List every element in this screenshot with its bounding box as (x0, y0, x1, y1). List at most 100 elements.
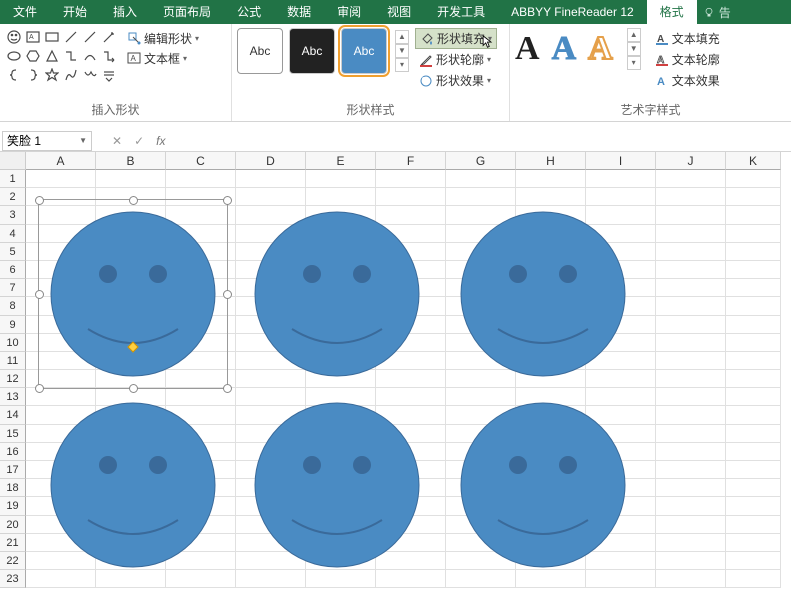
shape-rbrace-icon[interactable] (24, 66, 42, 84)
shape-free2-icon[interactable] (81, 66, 99, 84)
select-all-corner[interactable] (0, 152, 26, 170)
confirm-formula-button[interactable]: ✓ (134, 134, 144, 148)
smiley-shape-2[interactable] (252, 209, 422, 379)
cell[interactable] (726, 316, 781, 334)
cell[interactable] (656, 443, 726, 461)
tab-formulas[interactable]: 公式 (224, 0, 274, 24)
col-header-F[interactable]: F (376, 152, 446, 170)
text-effects-button[interactable]: A 文本效果 (651, 70, 724, 91)
tab-abbyy[interactable]: ABBYY FineReader 12 (498, 0, 647, 24)
cell[interactable] (656, 461, 726, 479)
style-thumb-3[interactable]: Abc (341, 28, 387, 74)
tab-home[interactable]: 开始 (50, 0, 100, 24)
cell[interactable] (656, 188, 726, 206)
resize-handle[interactable] (35, 290, 44, 299)
cell[interactable] (726, 516, 781, 534)
cell[interactable] (726, 370, 781, 388)
row-header-21[interactable]: 21 (0, 534, 26, 552)
cell[interactable] (516, 170, 586, 188)
shape-elbow-icon[interactable] (62, 47, 80, 65)
row-header-1[interactable]: 1 (0, 170, 26, 188)
resize-handle[interactable] (223, 196, 232, 205)
cell[interactable] (376, 188, 446, 206)
col-header-B[interactable]: B (96, 152, 166, 170)
cell[interactable] (726, 261, 781, 279)
text-box-button[interactable]: A 文本框 ▾ (124, 48, 202, 68)
cancel-formula-button[interactable]: ✕ (112, 134, 122, 148)
col-header-A[interactable]: A (26, 152, 96, 170)
cell[interactable] (306, 570, 376, 588)
cell[interactable] (446, 170, 516, 188)
cell[interactable] (656, 370, 726, 388)
cell[interactable] (656, 316, 726, 334)
row-header-12[interactable]: 12 (0, 370, 26, 388)
row-headers[interactable]: 1234567891011121314151617181920212223 (0, 170, 26, 588)
cell[interactable] (656, 279, 726, 297)
wordart-up-button[interactable]: ▲ (627, 28, 641, 42)
cell[interactable] (516, 188, 586, 206)
col-header-D[interactable]: D (236, 152, 306, 170)
style-thumb-1[interactable]: Abc (237, 28, 283, 74)
cell[interactable] (726, 461, 781, 479)
col-header-I[interactable]: I (586, 152, 656, 170)
cell[interactable] (726, 570, 781, 588)
tab-data[interactable]: 数据 (274, 0, 324, 24)
col-header-C[interactable]: C (166, 152, 236, 170)
wordart-gallery-spin[interactable]: ▲ ▼ ▾ (627, 28, 641, 70)
selection-box[interactable] (38, 199, 228, 389)
row-header-8[interactable]: 8 (0, 297, 26, 315)
row-header-22[interactable]: 22 (0, 552, 26, 570)
style-gallery-spin[interactable]: ▲ ▼ ▾ (395, 30, 409, 72)
cell[interactable] (726, 170, 781, 188)
cell[interactable] (656, 388, 726, 406)
adjust-handle[interactable] (127, 341, 138, 352)
cell[interactable] (306, 188, 376, 206)
cell[interactable] (726, 552, 781, 570)
cell[interactable] (726, 243, 781, 261)
cell[interactable] (726, 443, 781, 461)
cell[interactable] (726, 425, 781, 443)
wordart-more-button[interactable]: ▾ (627, 56, 641, 70)
shape-tri-icon[interactable] (43, 47, 61, 65)
tab-view[interactable]: 视图 (374, 0, 424, 24)
row-header-2[interactable]: 2 (0, 188, 26, 206)
cell[interactable] (656, 552, 726, 570)
shape-rect-icon[interactable] (43, 28, 61, 46)
cell[interactable] (726, 479, 781, 497)
shape-arrow-icon[interactable] (100, 28, 118, 46)
col-header-E[interactable]: E (306, 152, 376, 170)
row-header-7[interactable]: 7 (0, 279, 26, 297)
wordart-thumb-2[interactable]: A (552, 30, 577, 68)
cell[interactable] (236, 170, 306, 188)
cell[interactable] (236, 570, 306, 588)
row-header-3[interactable]: 3 (0, 206, 26, 224)
text-outline-button[interactable]: A 文本轮廓 (651, 49, 724, 70)
resize-handle[interactable] (35, 196, 44, 205)
column-headers[interactable]: ABCDEFGHIJK (26, 152, 781, 170)
cell[interactable] (726, 297, 781, 315)
cell[interactable] (656, 516, 726, 534)
tab-format[interactable]: 格式 (647, 0, 697, 24)
cell[interactable] (376, 570, 446, 588)
row-header-19[interactable]: 19 (0, 497, 26, 515)
cell[interactable] (166, 570, 236, 588)
row-header-6[interactable]: 6 (0, 261, 26, 279)
row-header-16[interactable]: 16 (0, 443, 26, 461)
resize-handle[interactable] (223, 290, 232, 299)
smiley-shape-4[interactable] (48, 400, 218, 570)
cell[interactable] (236, 188, 306, 206)
spreadsheet-grid[interactable]: ABCDEFGHIJK 1234567891011121314151617181… (0, 152, 791, 615)
cell[interactable] (96, 170, 166, 188)
tab-file[interactable]: 文件 (0, 0, 50, 24)
cell[interactable] (446, 188, 516, 206)
cell[interactable] (26, 170, 96, 188)
cell[interactable] (726, 388, 781, 406)
col-header-G[interactable]: G (446, 152, 516, 170)
row-header-15[interactable]: 15 (0, 425, 26, 443)
cell[interactable] (656, 534, 726, 552)
cell[interactable] (726, 279, 781, 297)
row-header-11[interactable]: 11 (0, 352, 26, 370)
resize-handle[interactable] (223, 384, 232, 393)
row-header-18[interactable]: 18 (0, 479, 26, 497)
col-header-H[interactable]: H (516, 152, 586, 170)
